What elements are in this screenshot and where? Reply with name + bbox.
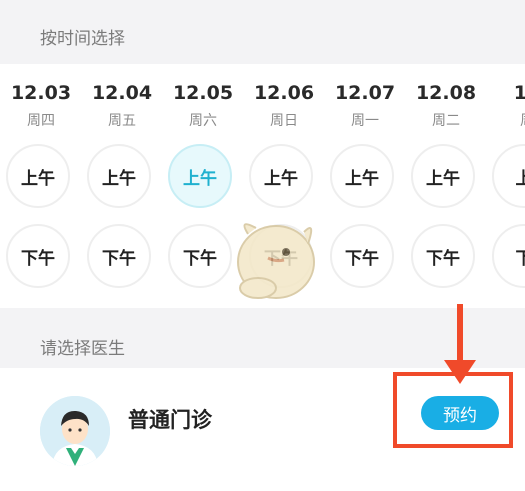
afternoon-slot-button[interactable]: 下午 xyxy=(249,224,313,288)
day-weekday: 周日 xyxy=(270,113,298,129)
day-weekday: 周六 xyxy=(189,113,217,129)
afternoon-slot-button[interactable]: 下午 xyxy=(87,224,151,288)
time-section-title: 按时间选择 xyxy=(40,29,125,49)
morning-slot-button[interactable]: 上午 xyxy=(249,144,313,208)
time-section-header: 按时间选择 xyxy=(0,0,525,64)
day-date: 12.04 xyxy=(91,82,153,104)
morning-slot-button[interactable]: 上午 xyxy=(6,144,70,208)
afternoon-slot-button[interactable]: 下午 xyxy=(411,224,475,288)
morning-slot-button-selected[interactable]: 上午 xyxy=(168,144,232,208)
day-weekday: 周四 xyxy=(27,113,55,129)
day-date: 12.05 xyxy=(172,82,234,104)
doctor-section-title: 请选择医生 xyxy=(40,339,125,359)
annotation-arrow-icon xyxy=(444,304,476,384)
morning-slot-button[interactable]: 上 xyxy=(492,144,525,208)
clinic-type-name: 普通门诊 xyxy=(128,408,212,432)
date-schedule-strip[interactable]: 12.03 周四 上午 下午 12.04 周五 上午 下午 12.05 周六 上… xyxy=(0,64,525,308)
day-weekday: 周五 xyxy=(108,113,136,129)
afternoon-slot-button[interactable]: 下午 xyxy=(330,224,394,288)
afternoon-slot-button[interactable]: 下午 xyxy=(168,224,232,288)
day-date: 12 xyxy=(513,82,525,104)
afternoon-slot-button[interactable]: 下午 xyxy=(6,224,70,288)
day-date: 12.06 xyxy=(253,82,315,104)
day-date: 12.08 xyxy=(415,82,477,104)
doctor-avatar xyxy=(40,396,110,466)
afternoon-slot-button[interactable]: 下 xyxy=(492,224,525,288)
day-date: 12.07 xyxy=(334,82,396,104)
day-weekday: 周 xyxy=(492,110,525,130)
morning-slot-button[interactable]: 上午 xyxy=(411,144,475,208)
day-weekday: 周一 xyxy=(351,113,379,129)
day-weekday: 周二 xyxy=(432,113,460,129)
morning-slot-button[interactable]: 上午 xyxy=(87,144,151,208)
doctor-avatar-icon xyxy=(40,396,110,466)
morning-slot-button[interactable]: 上午 xyxy=(330,144,394,208)
day-date: 12.03 xyxy=(10,82,72,104)
